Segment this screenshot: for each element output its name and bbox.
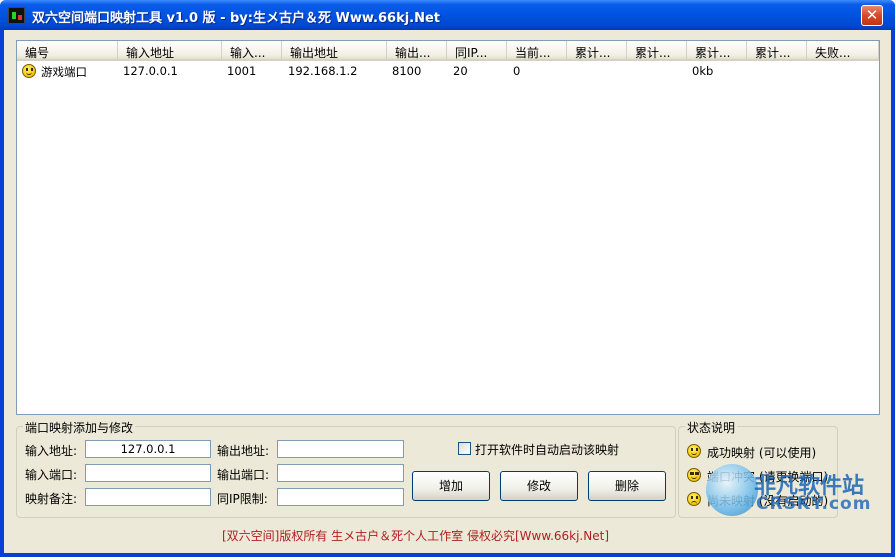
column-header-current[interactable]: 当前... [507, 41, 567, 61]
output-address-field[interactable] [277, 440, 404, 458]
input-address-label: 输入地址: [25, 444, 78, 458]
output-port-field[interactable] [277, 464, 404, 482]
column-header-same-ip[interactable]: 同IP... [447, 41, 507, 61]
cell-same-ip: 20 [453, 64, 468, 78]
same-ip-limit-label: 同IP限制: [217, 492, 268, 506]
column-header-total-3[interactable]: 累计... [687, 41, 747, 61]
title-bar[interactable]: 双六空间端口映射工具 v1.0 版 - by:生メ古户＆死 Www.66kj.N… [0, 0, 895, 30]
column-header-total-1[interactable]: 累计... [567, 41, 627, 61]
cell-total-3: 0kb [692, 64, 714, 78]
status-conflict-label: 端口冲突 (请更换端口) [707, 470, 829, 484]
glasses-face-icon [687, 468, 701, 482]
close-button[interactable]: ✕ [861, 5, 883, 26]
mapping-list[interactable]: 编号 输入地址 输入... 输出地址 输出... 同IP... 当前... 累计… [16, 40, 880, 415]
column-header-total-2[interactable]: 累计... [627, 41, 687, 61]
same-ip-limit-field[interactable] [277, 488, 404, 506]
cell-output-port: 8100 [392, 64, 422, 78]
output-address-label: 输出地址: [217, 444, 270, 458]
window-title: 双六空间端口映射工具 v1.0 版 - by:生メ古户＆死 Www.66kj.N… [32, 11, 441, 26]
table-row[interactable]: 游戏端口 127.0.0.1 1001 192.168.1.2 8100 20 … [17, 62, 879, 80]
cell-current: 0 [513, 64, 521, 78]
cell-output-address: 192.168.1.2 [288, 64, 358, 78]
input-address-field[interactable] [85, 440, 211, 458]
mapping-edit-group: 端口映射添加与修改 输入地址: 输入端口: 映射备注: 输出地址: 输出端口: … [16, 419, 676, 518]
frown-icon [687, 492, 701, 506]
status-success-label: 成功映射 (可以使用) [707, 446, 817, 460]
autostart-checkbox[interactable] [458, 442, 471, 455]
cell-input-address: 127.0.0.1 [123, 64, 178, 78]
app-icon[interactable] [8, 7, 25, 24]
client-area: 编号 输入地址 输入... 输出地址 输出... 同IP... 当前... 累计… [4, 30, 891, 553]
app-window: 双六空间端口映射工具 v1.0 版 - by:生メ古户＆死 Www.66kj.N… [0, 0, 895, 557]
column-header-input-address[interactable]: 输入地址 [118, 41, 222, 61]
input-port-label: 输入端口: [25, 468, 78, 482]
autostart-label[interactable]: 打开软件时自动启动该映射 [475, 441, 619, 458]
cell-input-port: 1001 [227, 64, 257, 78]
modify-button[interactable]: 修改 [500, 471, 578, 501]
list-header: 编号 输入地址 输入... 输出地址 输出... 同IP... 当前... 累计… [17, 41, 879, 61]
copyright-footer: [双六空间]版权所有 生メ古户＆死个人工作室 侵权必究[Www.66kj.Net… [222, 529, 609, 543]
status-legend-group: 状态说明 成功映射 (可以使用) 端口冲突 (请更换端口) 尚未映射 (没有启动… [678, 419, 838, 518]
add-button[interactable]: 增加 [412, 471, 490, 501]
output-port-label: 输出端口: [217, 468, 270, 482]
smile-icon [687, 444, 701, 458]
status-unmapped-label: 尚未映射 (没有启动的) [707, 494, 829, 508]
cell-name: 游戏端口 [41, 65, 87, 79]
status-legend-title: 状态说明 [685, 419, 738, 436]
column-header-input-port[interactable]: 输入... [222, 41, 282, 61]
column-header-failed[interactable]: 失败... [807, 41, 879, 61]
remark-label: 映射备注: [25, 492, 78, 506]
column-header-total-4[interactable]: 累计... [747, 41, 807, 61]
mapping-edit-legend: 端口映射添加与修改 [23, 419, 136, 436]
column-header-id[interactable]: 编号 [17, 41, 118, 61]
column-header-output-address[interactable]: 输出地址 [282, 41, 387, 61]
input-port-field[interactable] [85, 464, 211, 482]
delete-button[interactable]: 删除 [588, 471, 666, 501]
column-header-output-port[interactable]: 输出... [387, 41, 447, 61]
smile-icon [22, 64, 36, 78]
remark-field[interactable] [85, 488, 211, 506]
